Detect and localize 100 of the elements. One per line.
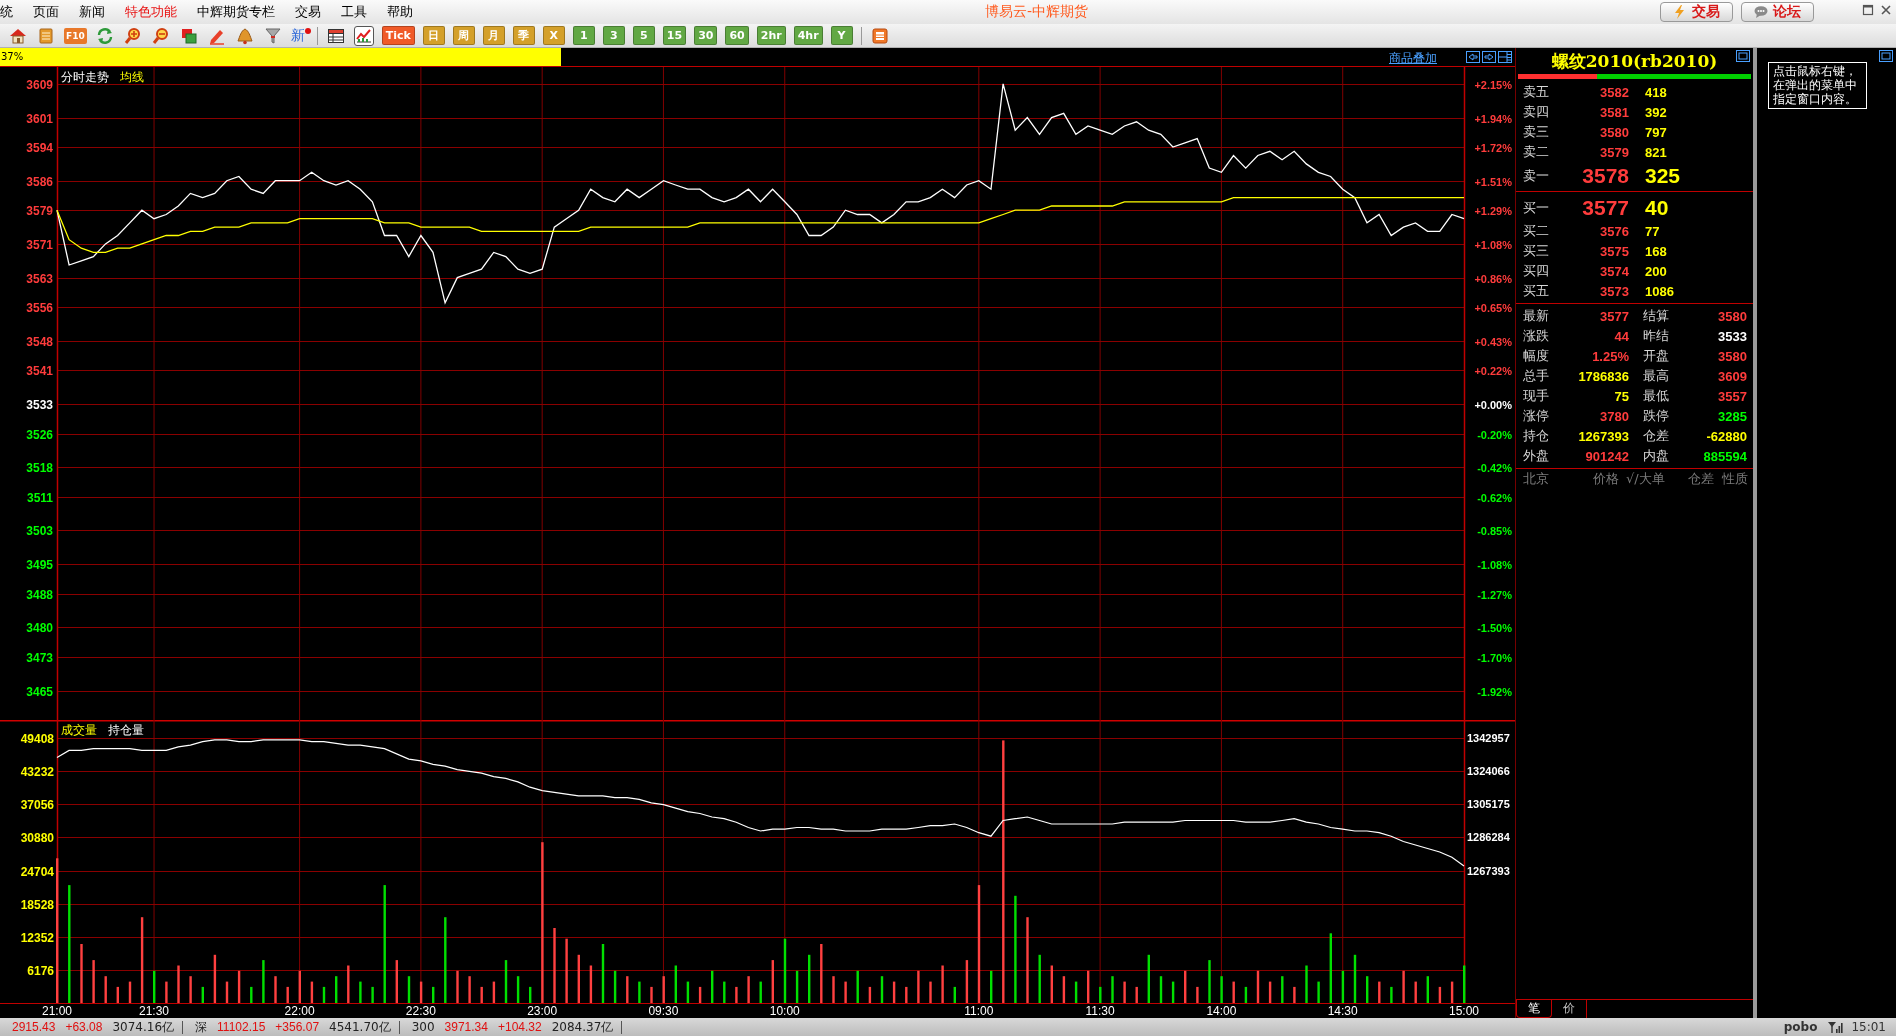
menu-item[interactable]: 交易 [295, 3, 321, 21]
volume-bar [456, 970, 459, 1003]
time-label: 14:00 [1206, 1004, 1237, 1018]
stat-value: -62880 [1705, 428, 1747, 444]
volume-bar [262, 960, 265, 1003]
stat-label: 跌停 [1642, 407, 1670, 425]
period-button[interactable]: 季 [512, 26, 535, 45]
price-value: 3577 [1581, 195, 1629, 220]
period-button[interactable]: X [542, 26, 565, 45]
volume-bar [419, 981, 423, 1003]
volume-bar [1232, 981, 1235, 1003]
zoom-out-icon[interactable] [150, 25, 171, 46]
axis-label: 3594 [26, 140, 53, 155]
axis-label: 1267393 [1467, 865, 1510, 877]
period-button[interactable]: 2hr [756, 26, 786, 45]
volume-bar [1184, 970, 1187, 1003]
maximize-icon[interactable] [1879, 50, 1893, 62]
turnover-value: 4541.70亿 [329, 1018, 391, 1036]
volume-bar [880, 976, 884, 1003]
lightning-icon [1673, 5, 1687, 19]
period-button[interactable]: 30 [694, 26, 718, 45]
close-icon[interactable] [1880, 4, 1892, 16]
stat-label: 最高 [1642, 367, 1670, 385]
period-button[interactable]: 3 [602, 26, 625, 45]
period-button[interactable]: 月 [482, 26, 505, 45]
period-button[interactable]: 4hr [793, 26, 823, 45]
maximize-icon[interactable] [1736, 50, 1750, 62]
percent-label: -0.20% [1477, 428, 1512, 441]
menu-item[interactable]: 新闻 [79, 3, 105, 21]
stat-label: 总手 [1523, 367, 1550, 385]
percent-label: -0.42% [1477, 461, 1512, 474]
column-header: 北京 [1523, 470, 1550, 488]
stat-label: 最新 [1523, 307, 1550, 325]
volume-bar [698, 986, 702, 1003]
volume-bar [1353, 954, 1357, 1003]
volume-value: 1086 [1644, 283, 1675, 299]
stat-value: 3577 [1599, 308, 1629, 324]
price-value: 3575 [1599, 243, 1629, 259]
stat-value: 3609 [1717, 368, 1747, 384]
volume-bar [1390, 986, 1393, 1003]
percent-label: -1.70% [1477, 651, 1512, 664]
menu-item[interactable]: 帮助 [387, 3, 413, 21]
layout-icon[interactable] [1498, 51, 1512, 63]
percent-label: +0.65% [1474, 301, 1512, 314]
turnover-value: 2084.37亿 [551, 1018, 614, 1036]
legend-label: 成交量 [61, 723, 97, 737]
volume-value: 821 [1644, 144, 1668, 160]
menu-item[interactable]: 特色功能 [125, 3, 177, 21]
price-value: 3580 [1599, 124, 1629, 140]
axis-label: 1324066 [1467, 765, 1510, 777]
period-button[interactable]: 5 [632, 26, 655, 45]
axis-label: 3556 [26, 300, 53, 315]
period-button[interactable]: 15 [662, 26, 687, 45]
time-label: 23:00 [527, 1004, 558, 1018]
axis-label: 3503 [26, 523, 53, 538]
row-label: 卖四 [1523, 103, 1550, 121]
volume-bar [1087, 970, 1090, 1003]
axis-label: 3609 [26, 77, 53, 92]
volume-bar [1244, 986, 1248, 1003]
menu-item[interactable]: 中辉期货专栏 [197, 3, 275, 21]
period-button[interactable]: Y [830, 26, 853, 45]
book-icon[interactable] [36, 25, 56, 46]
maximize-icon[interactable] [1862, 4, 1874, 16]
speech-bubble-icon [1754, 5, 1768, 19]
stat-label: 内盘 [1642, 447, 1670, 465]
percent-label: +0.22% [1474, 364, 1512, 377]
menu-item[interactable]: 页面 [33, 3, 59, 21]
volume-bar [250, 986, 253, 1003]
stat-label: 幅度 [1523, 347, 1550, 365]
volume-bar [626, 976, 629, 1003]
period-button[interactable]: 1 [572, 26, 595, 45]
period-button[interactable]: 周 [452, 26, 475, 45]
price-value: 3578 [1581, 163, 1629, 188]
volume-bar [128, 981, 132, 1003]
period-button[interactable]: Tick [381, 26, 415, 45]
arrow-left-icon[interactable] [1466, 51, 1480, 63]
news-button[interactable]: 新 [290, 26, 309, 45]
forum-button[interactable]: 论坛 [1741, 2, 1814, 22]
filter-icon[interactable] [262, 25, 283, 46]
legend-label: 均线 [120, 70, 144, 84]
zoom-in-icon[interactable] [122, 25, 143, 46]
arrow-right-icon[interactable] [1482, 51, 1496, 63]
line-chart-icon[interactable] [353, 25, 374, 46]
percent-label: -1.50% [1477, 621, 1512, 634]
menu-item[interactable]: 工具 [341, 3, 367, 21]
axis-label: 43232 [20, 764, 54, 779]
trade-button[interactable]: 交易 [1660, 2, 1733, 22]
period-button[interactable]: 日 [422, 26, 445, 45]
period-button[interactable]: 60 [725, 26, 749, 45]
menu-item[interactable]: 统 [0, 3, 13, 21]
overlay-link[interactable]: 商品叠加 [1389, 50, 1437, 67]
volume-bar [1135, 986, 1138, 1003]
volume-bar [116, 986, 119, 1003]
volume-value: 40 [1644, 195, 1670, 220]
volume-bar [601, 944, 605, 1003]
percent-label: +1.29% [1474, 204, 1512, 217]
volume-bar [905, 986, 908, 1003]
f10-button[interactable]: F10 [64, 27, 87, 44]
axis-label: 3586 [26, 174, 53, 189]
grid-icon[interactable] [869, 25, 890, 46]
